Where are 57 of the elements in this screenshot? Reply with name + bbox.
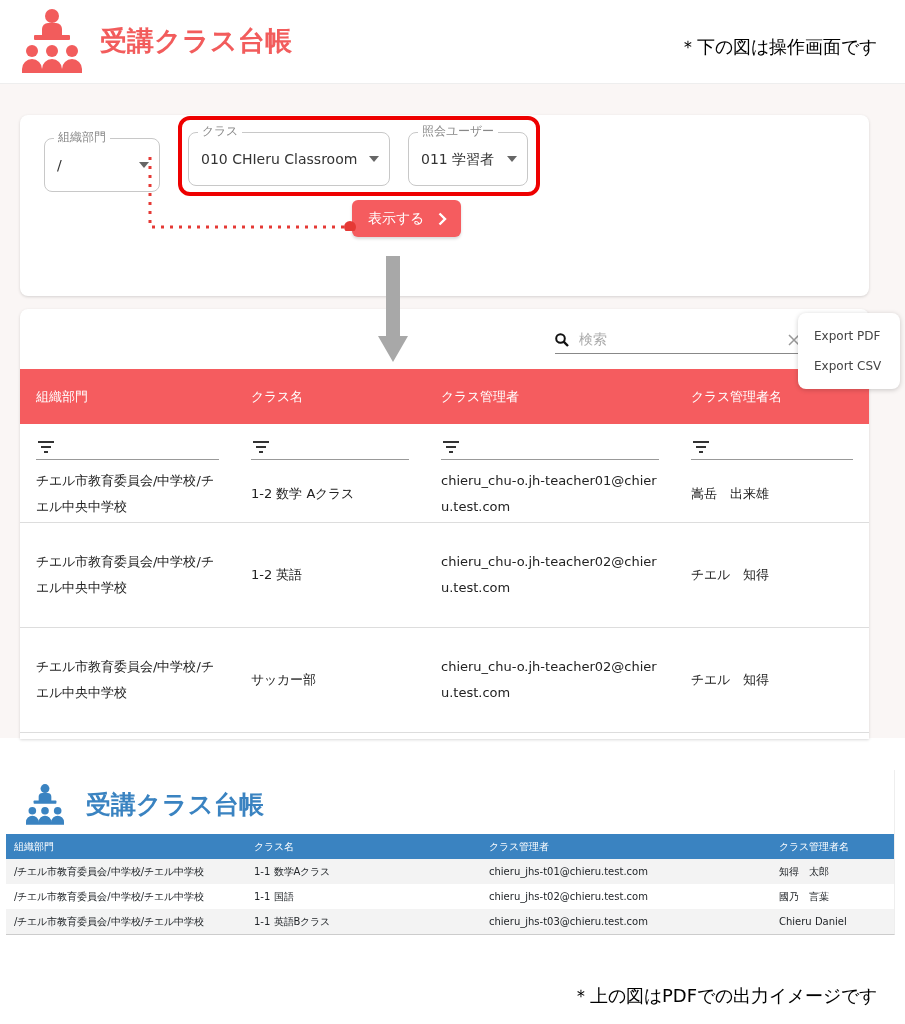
table-cell-text: チエル 知得 xyxy=(690,671,770,689)
pdf-title: 受講クラス台帳 xyxy=(86,789,264,822)
table-cell-text: 1-1 数学Aクラス xyxy=(253,865,332,879)
table-cell-text: 1-1 国語 xyxy=(253,890,295,904)
table-cell-text: サッカー部 xyxy=(250,671,317,689)
menu-item[interactable]: Export CSV xyxy=(798,351,900,381)
filter-icon[interactable] xyxy=(253,441,269,453)
column-header: クラス管理者 xyxy=(488,840,550,854)
menu-item[interactable]: Export PDF xyxy=(798,321,900,351)
field-label: クラス xyxy=(198,123,242,139)
page-title: 受講クラス台帳 xyxy=(100,24,292,59)
table-cell-text: 嵩岳 出来雄 xyxy=(690,485,770,503)
column-header: クラス管理者名 xyxy=(778,840,850,854)
column-header: 組織部門 xyxy=(13,840,55,854)
field-value: / xyxy=(57,155,62,175)
note-text: ＊下の図は操作画面です xyxy=(679,35,877,59)
field-value: 011 学習者 xyxy=(421,149,495,169)
filter-icon[interactable] xyxy=(693,441,709,453)
table-cell-text: 1-1 英語Bクラス xyxy=(253,915,332,929)
table-cell-text: /チエル市教育委員会/中学校/チエル中学校 xyxy=(13,865,206,879)
audience-icon xyxy=(22,8,82,75)
field-label: 照会ユーザー xyxy=(418,123,498,139)
search-icon xyxy=(555,332,569,347)
dropdown-caret-icon xyxy=(507,156,517,162)
dropdown-caret-icon xyxy=(369,156,379,162)
table-cell-text: chieru_chu-o.jh-teacher02@chieru.test.com xyxy=(440,658,658,702)
table-cell-text: /チエル市教育委員会/中学校/チエル中学校 xyxy=(13,890,206,904)
column-header: クラス名 xyxy=(253,840,295,854)
table-cell-text: チエル市教育委員会/中学校/チエル中央中学校 xyxy=(35,658,215,702)
table-cell-text: チエル市教育委員会/中学校/チエル中央中学校 xyxy=(35,472,215,516)
table-cell-text: chieru_jhs-t03@chieru.test.com xyxy=(488,915,649,929)
column-header: クラス管理者名 xyxy=(690,387,783,406)
table-cell-text: 1-2 英語 xyxy=(250,566,304,584)
table-cell-text: chieru_chu-o.jh-teacher02@chieru.test.com xyxy=(440,553,658,597)
table-cell-text: チエル市教育委員会/中学校/チエル中央中学校 xyxy=(35,553,215,597)
down-arrow-icon xyxy=(378,256,408,362)
table-cell-text: /チエル市教育委員会/中学校/チエル中学校 xyxy=(13,915,206,929)
dropdown-caret-icon xyxy=(139,162,149,168)
table-cell-text: Chieru Daniel xyxy=(778,915,848,929)
table-cell-text: チエル 知得 xyxy=(690,566,770,584)
table-cell-text: chieru_jhs-t02@chieru.test.com xyxy=(488,890,649,904)
field-value: 010 CHIeru Classroom xyxy=(201,149,358,169)
table-cell-text: 1-2 数学 Aクラス xyxy=(250,485,356,503)
field-label: 組織部門 xyxy=(54,129,110,145)
table-cell-text: 知得 太郎 xyxy=(778,865,830,879)
filter-icon[interactable] xyxy=(38,441,54,453)
filter-icon[interactable] xyxy=(443,441,459,453)
note-text: ＊上の図はPDFでの出力イメージです xyxy=(571,984,877,1008)
column-header: クラス管理者 xyxy=(440,387,520,406)
chevron-right-icon xyxy=(438,211,447,226)
table-cell-text: chieru_chu-o.jh-teacher01@chieru.test.com xyxy=(440,472,658,516)
column-header: クラス名 xyxy=(250,387,304,406)
table-cell-text: chieru_jhs-t01@chieru.test.com xyxy=(488,865,649,879)
table-cell-text: 國乃 言葉 xyxy=(778,890,830,904)
column-header: 組織部門 xyxy=(35,387,89,406)
audience-icon xyxy=(26,784,64,826)
clear-icon[interactable] xyxy=(788,333,800,346)
